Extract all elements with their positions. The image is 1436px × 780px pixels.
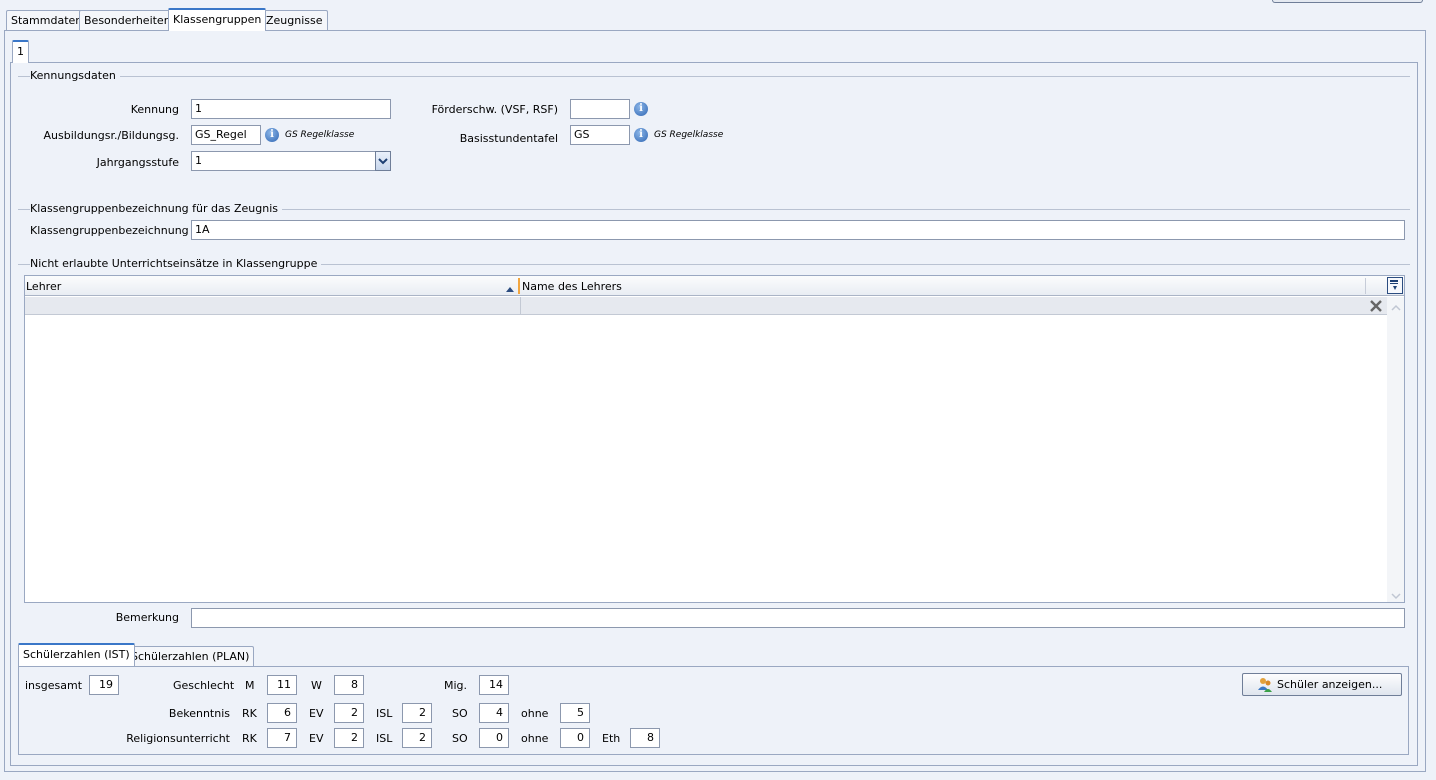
top-right-button[interactable] [1272,0,1423,3]
basis-input[interactable]: GS [570,125,630,145]
rel-so-value: 0 [479,728,509,748]
foerder-input[interactable] [570,99,630,119]
rel-rk-label: RK [242,732,257,745]
filter-divider [520,297,521,315]
ausbildung-hint: GS Regelklasse [285,130,355,140]
kennung-input[interactable]: 1 [191,99,391,119]
rel-ev-label: EV [309,732,324,745]
rel-eth-value: 8 [630,728,660,748]
bek-rk-label: RK [242,707,257,720]
bek-so-label: SO [452,707,468,720]
m-value: 11 [267,675,297,695]
bek-ev-value: 2 [334,703,364,723]
show-students-label: Schüler anzeigen... [1277,678,1383,691]
rel-ohne-value: 0 [560,728,590,748]
column-divider [518,278,520,294]
basis-label: Basisstundentafel [459,132,558,145]
clear-filter-icon[interactable] [1367,297,1385,315]
grid-filter-row[interactable] [25,297,1387,315]
mig-label: Mig. [444,679,468,692]
bezeichnung-input[interactable]: 1A [191,220,1405,240]
mig-value: 14 [479,675,509,695]
rel-ev-value: 2 [334,728,364,748]
info-icon[interactable]: i [634,128,648,142]
rel-rk-value: 7 [267,728,297,748]
kennung-label: Kennung [130,103,179,116]
bek-rk-value: 6 [267,703,297,723]
group-title-bezeichnung: Klassengruppenbezeichnung für das Zeugni… [30,202,282,215]
tab-schuelerzahlen-ist[interactable]: Schülerzahlen (IST) [18,643,135,666]
bemerkung-label: Bemerkung [115,611,179,624]
column-chooser-icon[interactable] [1387,277,1403,294]
info-icon[interactable]: i [634,102,648,116]
rel-ohne-label: ohne [521,732,549,745]
students-icon [1257,677,1273,700]
scroll-down-icon[interactable] [1391,590,1401,603]
insgesamt-value: 19 [89,675,119,695]
ausbildung-input[interactable]: GS_Regel [191,125,261,145]
tab-klassengruppen[interactable]: Klassengruppen [168,8,267,31]
insgesamt-label: insgesamt [25,679,83,692]
religion-label: Religionsunterricht [126,732,230,745]
group-line-kennungsdaten [18,76,1410,77]
foerder-label: Förderschw. (VSF, RSF) [431,103,558,116]
group-title-kennungsdaten: Kennungsdaten [30,69,120,82]
geschlecht-label: Geschlecht [173,679,235,692]
w-value: 8 [334,675,364,695]
sort-asc-icon [506,282,514,295]
group-title-unterricht: Nicht erlaubte Unterrichtseinsätze in Kl… [30,257,322,270]
ausbildung-label: Ausbildungsr./Bildungsg. [43,129,179,142]
tab-stammdaten[interactable]: Stammdaten [6,10,88,31]
bezeichnung-label: Klassengruppenbezeichnung [30,224,189,237]
w-label: W [311,679,322,692]
bek-ohne-value: 5 [560,703,590,723]
unterricht-grid[interactable]: Lehrer Name des Lehrers [24,275,1405,603]
bek-isl-value: 2 [402,703,432,723]
bek-isl-label: ISL [376,707,393,720]
bek-so-value: 4 [479,703,509,723]
m-label: M [245,679,255,692]
grid-header [25,276,1404,296]
tab-group-1[interactable]: 1 [12,40,29,63]
scroll-up-icon[interactable] [1391,302,1401,315]
tab-zeugnisse[interactable]: Zeugnisse [261,10,328,31]
grid-column-lehrer[interactable]: Lehrer [26,280,61,293]
rel-isl-label: ISL [376,732,393,745]
rel-eth-label: Eth [602,732,621,745]
rel-isl-value: 2 [402,728,432,748]
jahrgang-label: Jahrgangsstufe [96,156,179,169]
show-students-button[interactable]: Schüler anzeigen... [1242,673,1402,696]
bek-ohne-label: ohne [521,707,549,720]
tab-schuelerzahlen-plan[interactable]: Schülerzahlen (PLAN) [126,646,255,667]
bemerkung-input[interactable] [191,608,1405,628]
bekenntnis-label: Bekenntnis [168,707,230,720]
grid-scrollbar[interactable] [1387,297,1404,602]
dropdown-arrow-icon[interactable] [375,151,391,171]
jahrgang-select[interactable]: 1 [191,151,376,171]
bek-ev-label: EV [309,707,324,720]
basis-hint: GS Regelklasse [654,130,724,140]
grid-column-name[interactable]: Name des Lehrers [522,280,622,293]
column-divider [1365,278,1366,294]
rel-so-label: SO [452,732,468,745]
tab-besonderheiten[interactable]: Besonderheiten [79,10,176,31]
info-icon[interactable]: i [265,128,279,142]
